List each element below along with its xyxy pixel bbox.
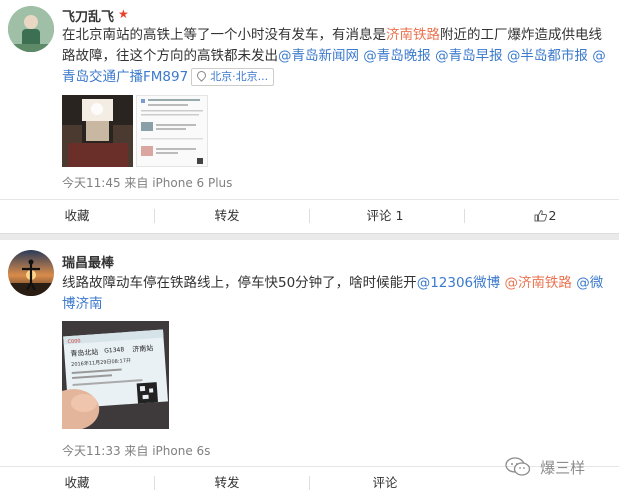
weibo-post-2: 瑞昌最棒 线路故障动车停在铁路线上，停车快50分钟了，啥时候能开@12306微博… bbox=[0, 240, 619, 498]
post-image-news-screenshot[interactable] bbox=[136, 95, 208, 167]
favorite-button[interactable]: 收藏 bbox=[42, 467, 112, 499]
ticket-train: G1348 bbox=[104, 346, 125, 354]
like-count: 2 bbox=[548, 208, 557, 223]
divider bbox=[464, 209, 465, 223]
avatar[interactable] bbox=[8, 6, 54, 52]
thumbs-up-icon bbox=[534, 209, 547, 222]
mention-link[interactable]: 济南铁路 bbox=[386, 27, 440, 43]
ticket-to: 济南站 bbox=[132, 343, 154, 353]
post-text: 线路故障动车停在铁路线上，停车快50分钟了，啥时候能开@12306微博 @济南铁… bbox=[62, 273, 607, 315]
mention-link[interactable]: @半岛都市报 bbox=[507, 48, 588, 64]
divider bbox=[154, 209, 155, 223]
location-label: 北京·北京... bbox=[210, 70, 269, 83]
mention-link[interactable]: @12306微博 bbox=[417, 275, 500, 291]
mention-link[interactable]: @济南铁路 bbox=[504, 275, 572, 291]
avatar[interactable] bbox=[8, 250, 54, 296]
watermark: 爆三样 bbox=[505, 457, 585, 481]
comment-button[interactable]: 评论 1 bbox=[350, 200, 420, 232]
weibo-post-1: 飞刀乱飞 ★ 在北京南站的高铁上等了一个小时没有发车，有消息是济南铁路附近的工厂… bbox=[0, 0, 619, 233]
post-meta: 今天11:45 来自 iPhone 6 Plus bbox=[62, 176, 233, 190]
post-image-cabin[interactable] bbox=[62, 95, 133, 167]
svg-text:C000: C000 bbox=[67, 338, 80, 345]
action-bar: 收藏 转发 评论 1 2 bbox=[0, 199, 619, 232]
wechat-icon bbox=[505, 457, 531, 476]
location-tag[interactable]: 北京·北京... bbox=[191, 68, 275, 86]
location-pin-icon bbox=[195, 69, 209, 82]
mention-link[interactable]: @青岛早报 bbox=[435, 48, 503, 64]
like-button[interactable]: 2 bbox=[510, 200, 580, 232]
divider bbox=[309, 209, 310, 223]
mention-link[interactable]: @青岛晚报 bbox=[363, 48, 431, 64]
repost-button[interactable]: 转发 bbox=[192, 200, 262, 232]
post-meta: 今天11:33 来自 iPhone 6s bbox=[62, 444, 211, 458]
vip-icon: ★ bbox=[118, 7, 129, 21]
mention-link[interactable]: @青岛新闻网 bbox=[278, 48, 359, 64]
post-text-part: 在北京南站的高铁上等了一个小时没有发车，有消息是 bbox=[62, 27, 386, 43]
username[interactable]: 瑞昌最棒 bbox=[62, 252, 114, 271]
favorite-button[interactable]: 收藏 bbox=[42, 200, 112, 232]
username[interactable]: 飞刀乱飞 bbox=[62, 6, 114, 25]
post-text: 在北京南站的高铁上等了一个小时没有发车，有消息是济南铁路附近的工厂爆炸造成供电线… bbox=[62, 25, 607, 88]
watermark-text: 爆三样 bbox=[540, 459, 586, 477]
comment-button[interactable]: 评论 bbox=[350, 467, 420, 499]
divider bbox=[154, 476, 155, 490]
repost-button[interactable]: 转发 bbox=[192, 467, 262, 499]
post-image-ticket[interactable]: C000 青岛北站 G1348 济南站 2016年11月29日08:17开 bbox=[62, 321, 169, 429]
post-text-part: 线路故障动车停在铁路线上，停车快50分钟了，啥时候能开 bbox=[62, 275, 417, 291]
divider bbox=[309, 476, 310, 490]
